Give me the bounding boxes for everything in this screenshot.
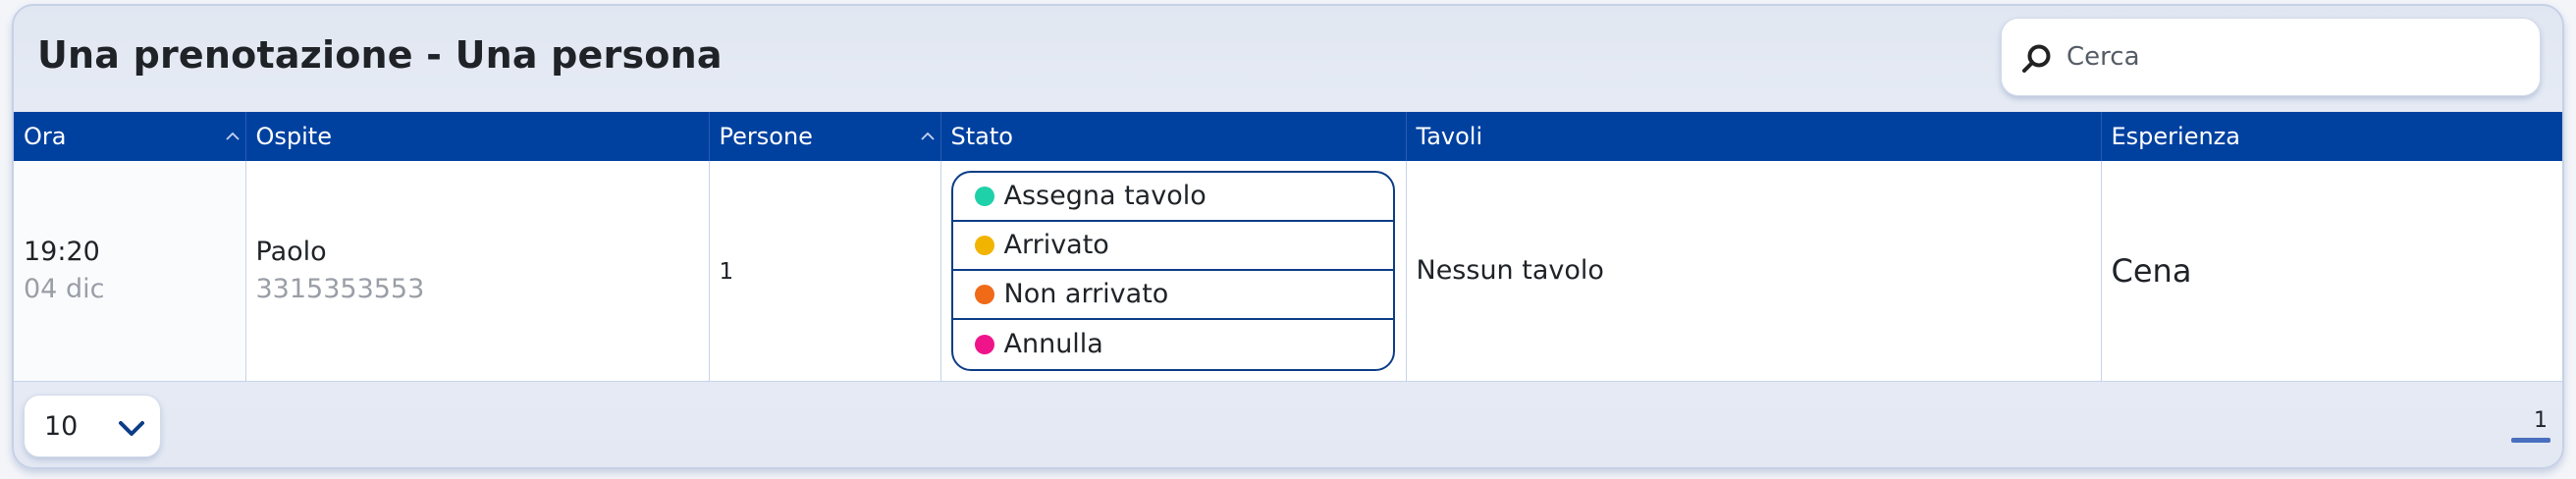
chevron-up-icon[interactable]: [920, 130, 935, 143]
chevron-up-icon[interactable]: [225, 130, 240, 143]
column-label: Esperienza: [2111, 123, 2240, 150]
status-dot: [974, 235, 994, 255]
chevron-down-icon: [119, 421, 144, 436]
people-count: 1: [719, 259, 734, 286]
column-label: Tavoli: [1416, 123, 1483, 150]
pagination-page[interactable]: 1: [2519, 408, 2562, 433]
column-header-persone[interactable]: Persone: [709, 112, 941, 161]
status-option-non-arrivato[interactable]: Non arrivato: [952, 271, 1393, 320]
column-label: Ora: [24, 123, 67, 150]
column-header-ora[interactable]: Ora: [14, 112, 246, 161]
cell-esperienza: Cena: [2101, 161, 2562, 382]
tables-value: Nessun tavolo: [1416, 255, 1604, 287]
current-page-indicator: [2511, 438, 2550, 443]
status-dot: [974, 334, 994, 354]
experience-value: Cena: [2111, 251, 2192, 290]
cell-ora: 19:20 04 dic: [14, 161, 246, 382]
search-placeholder: Cerca: [2066, 42, 2140, 72]
status-dot: [974, 186, 994, 206]
status-option-label: Annulla: [1003, 329, 1103, 360]
status-dot: [974, 284, 994, 304]
reservations-panel: Una prenotazione - Una persona Cerca Ora: [12, 4, 2564, 469]
column-label: Persone: [719, 123, 813, 150]
reservation-time: 19:20: [24, 236, 100, 267]
column-header-tavoli[interactable]: Tavoli: [1406, 112, 2102, 161]
column-label: Ospite: [255, 123, 332, 150]
reservation-date: 04 dic: [24, 273, 105, 304]
status-option-label: Non arrivato: [1003, 279, 1169, 310]
column-header-stato[interactable]: Stato: [940, 112, 1407, 161]
page-size-value: 10: [44, 411, 79, 442]
guest-name[interactable]: Paolo: [256, 234, 709, 271]
status-option-assegna-tavolo[interactable]: Assegna tavolo: [952, 173, 1393, 222]
status-option-arrivato[interactable]: Arrivato: [952, 222, 1393, 271]
cell-persone: 1: [709, 161, 941, 382]
column-header-esperienza[interactable]: Esperienza: [2101, 112, 2562, 161]
cell-tavoli[interactable]: Nessun tavolo: [1406, 161, 2102, 382]
page-title: Una prenotazione - Una persona: [37, 33, 723, 77]
guest-phone: 3315353553: [255, 273, 425, 304]
page-size-select[interactable]: 10: [24, 395, 161, 457]
table-row[interactable]: 19:20 04 dic Paolo 3315353553 1 Assegna …: [14, 161, 2562, 382]
search-icon: [2022, 44, 2051, 73]
status-option-label: Assegna tavolo: [1003, 181, 1207, 212]
search-input[interactable]: Cerca: [2001, 18, 2541, 96]
status-option-label: Arrivato: [1003, 230, 1109, 261]
cell-ospite: Paolo 3315353553: [245, 161, 710, 382]
status-selector[interactable]: Assegna tavolo Arrivato Non arrivato Ann…: [950, 170, 1395, 371]
status-option-annulla[interactable]: Annulla: [953, 320, 1393, 369]
table-header-row: Ora Ospite Persone Stato Tavoli Esperien…: [14, 112, 2562, 161]
column-label: Stato: [950, 123, 1013, 150]
column-header-ospite[interactable]: Ospite: [245, 112, 710, 161]
cell-stato: Assegna tavolo Arrivato Non arrivato Ann…: [940, 161, 1407, 382]
reservations-table: Ora Ospite Persone Stato Tavoli Esperien…: [14, 112, 2562, 382]
